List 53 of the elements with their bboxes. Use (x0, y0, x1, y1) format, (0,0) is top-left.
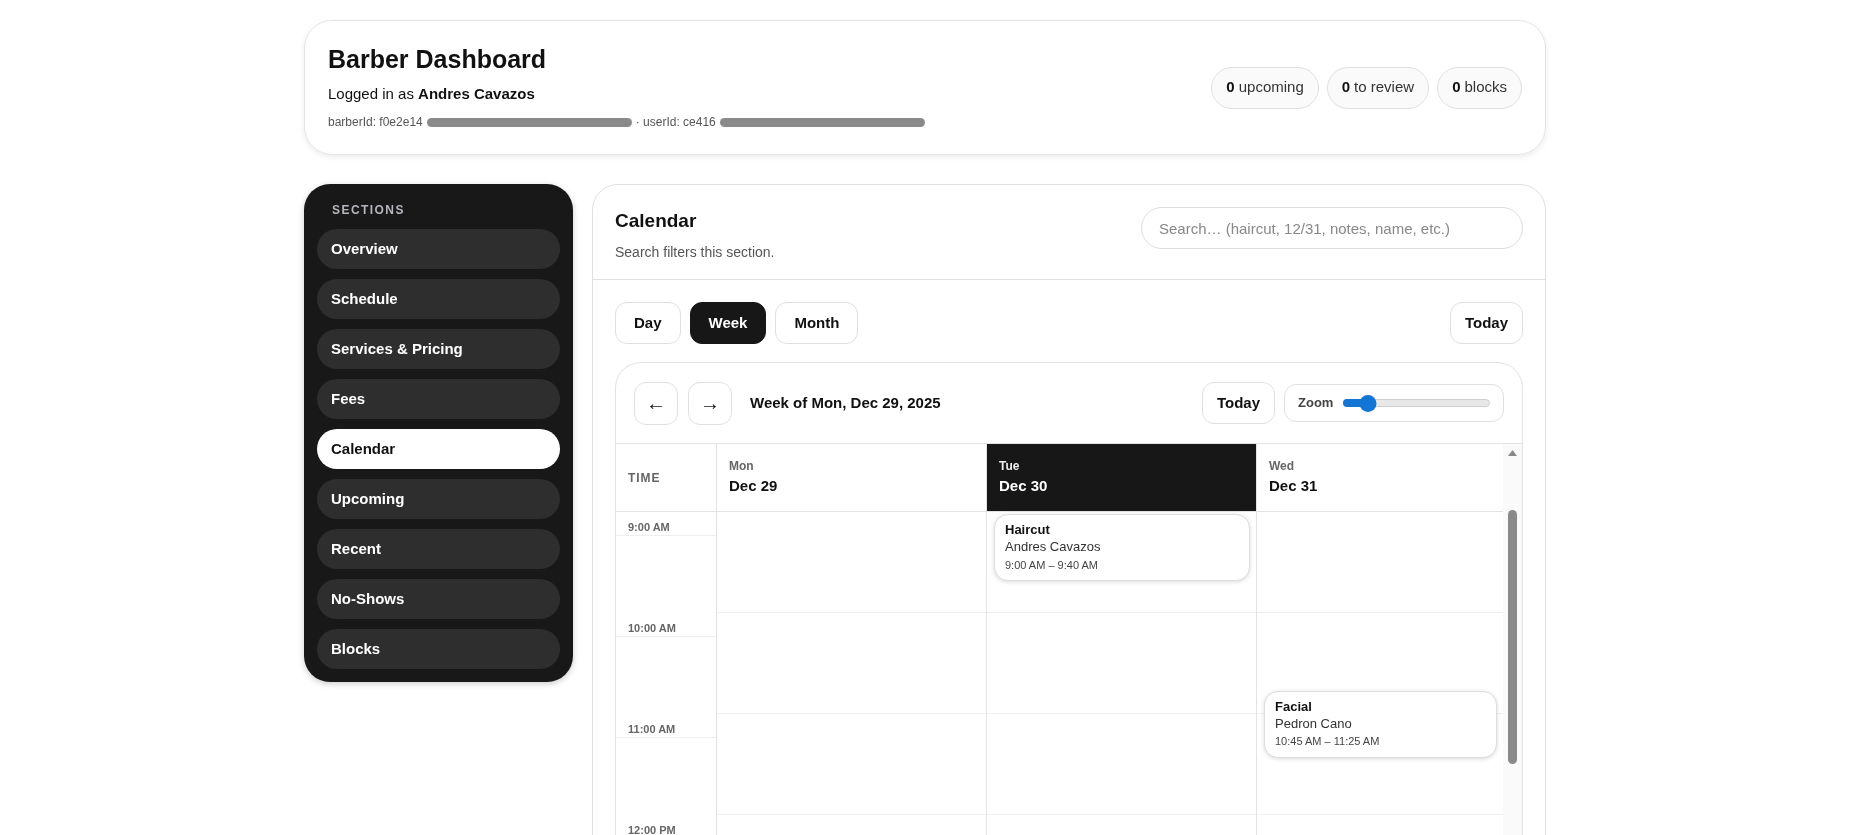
scroll-up-icon[interactable] (1508, 450, 1517, 456)
logged-in-text: Logged in as Andres Cavazos (328, 83, 536, 104)
weekday: Mon (729, 458, 755, 476)
day-date: Dec 29 (729, 476, 779, 497)
sidebar-item[interactable]: Schedule (317, 279, 560, 319)
scroll-thumb[interactable] (1508, 510, 1517, 764)
sidebar-item[interactable]: Calendar (317, 429, 560, 469)
appointment-title: Facial (1275, 698, 1313, 715)
appointment-card[interactable]: Facial Pedron Cano 10:45 AM – 11:25 AM (1264, 690, 1497, 759)
panel-subtitle: Search filters this section. (615, 242, 775, 262)
time-label: 11:00 AM (628, 723, 676, 735)
weekday: Wed (1269, 458, 1296, 476)
id-text: · userId: ce416 (635, 114, 716, 132)
weekday: Tue (999, 458, 1021, 476)
client-name: Pedron Cano (1275, 716, 1353, 733)
stat-pill: 0 upcoming (1211, 66, 1319, 109)
time-heading: TIME (628, 469, 661, 487)
sidebar-item[interactable]: Upcoming (317, 479, 560, 519)
week-range: Week of Mon, Dec 29, 2025 (750, 392, 941, 413)
view-tab[interactable]: Day (615, 302, 681, 344)
today-button[interactable]: Today (1449, 302, 1523, 344)
scrollbar[interactable] (1503, 444, 1522, 835)
day-date: Dec 31 (1269, 476, 1319, 497)
panel-title: Calendar (615, 209, 698, 233)
next-button[interactable]: → (688, 381, 732, 425)
search-field[interactable]: Search… (haircut, 12/31, notes, name, etc.) (1141, 207, 1523, 249)
time-label: 12:00 PM (628, 824, 676, 835)
appointment-time: 9:00 AM – 9:40 AM (1005, 558, 1099, 573)
sidebar-item[interactable]: Recent (317, 529, 560, 569)
stat-pill: 0 to review (1326, 66, 1430, 109)
sidebar-item[interactable]: Fees (317, 379, 560, 419)
slider-thumb[interactable] (1359, 394, 1377, 412)
page-title: Barber Dashboard (328, 43, 548, 75)
sidebar-heading: SECTIONS (331, 202, 406, 219)
client-name: Andres Cavazos (1005, 539, 1102, 556)
id-text: barberId: f0e2e14 (328, 114, 423, 132)
sidebar-item[interactable]: Services & Pricing (317, 329, 560, 369)
time-label: 9:00 AM (628, 521, 670, 533)
day-date: Dec 30 (999, 476, 1049, 497)
zoom-slider[interactable] (1343, 394, 1490, 412)
previous-button[interactable]: ← (634, 381, 678, 425)
appointment-card[interactable]: Haircut Andres Cavazos 9:00 AM – 9:40 AM (994, 514, 1250, 582)
sidebar-item[interactable]: Blocks (317, 629, 560, 669)
sidebar-item[interactable]: No-Shows (317, 579, 560, 619)
appointment-time: 10:45 AM – 11:25 AM (1275, 735, 1381, 749)
view-tab[interactable]: Month (775, 302, 859, 344)
today-button[interactable]: Today (1201, 382, 1275, 424)
stat-pill: 0 blocks (1437, 66, 1522, 109)
zoom-label: Zoom (1298, 394, 1334, 413)
view-tab[interactable]: Week (689, 302, 767, 344)
appointment-title: Haircut (1005, 522, 1051, 539)
time-label: 10:00 AM (628, 622, 676, 634)
sidebar-item[interactable]: Overview (317, 229, 560, 269)
